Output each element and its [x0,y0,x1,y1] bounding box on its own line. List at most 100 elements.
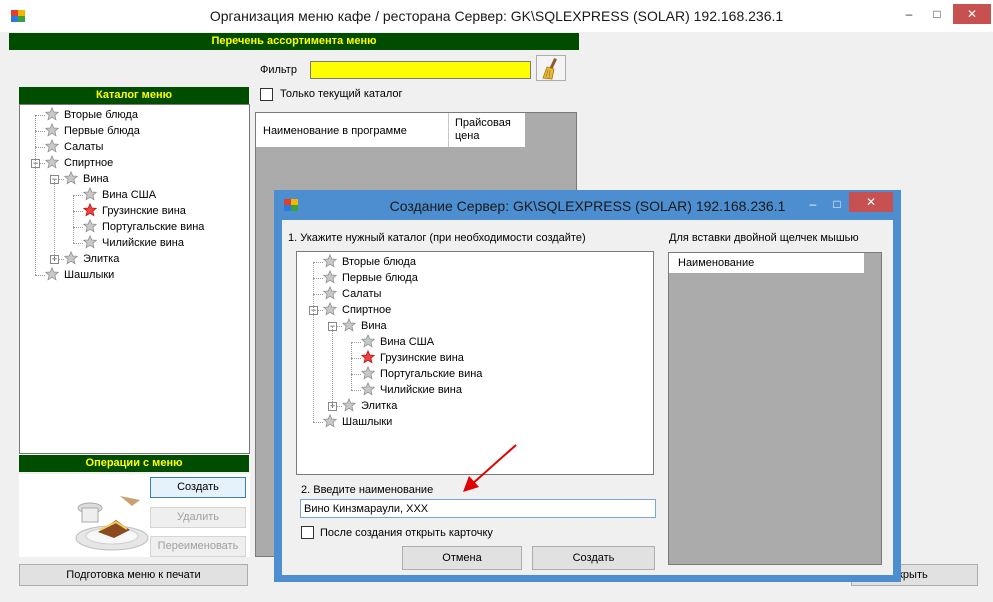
tree-item-label: Вторые блюда [64,109,138,121]
tree-item-label: Португальские вина [102,221,205,233]
tree-item[interactable]: Первые блюда [45,123,142,139]
tree-item[interactable]: Спиртное [45,155,115,171]
gray-star-icon [45,155,59,169]
red-arrow-annotation [463,444,517,492]
tree-item[interactable]: Элитка [64,251,121,267]
tree-item-label: Элитка [83,253,120,265]
tree-connector [35,115,45,116]
tree-item[interactable]: Вина США [361,334,436,350]
dialog-minimize-button[interactable]: – [801,194,825,214]
maximize-button[interactable]: □ [925,4,949,24]
tree-connector [73,195,83,196]
tree-item-label: Грузинские вина [378,352,466,364]
grid-col-price-header[interactable]: Прайсовая цена [449,113,525,147]
dialog-cancel-button[interactable]: Отмена [402,546,522,570]
tree-item-label: Салаты [64,141,104,153]
gray-star-icon [64,171,78,185]
tree-item[interactable]: Вина США [83,187,158,203]
tree-item[interactable]: Вторые блюда [45,107,140,123]
tree-rail [35,115,36,275]
tree-item[interactable]: Шашлыки [323,414,394,430]
tree-item[interactable]: Грузинские вина [83,203,188,219]
dialog-close-button[interactable]: ✕ [849,192,893,212]
tree-item-label: Первые блюда [64,125,140,137]
tree-item[interactable]: Спиртное [323,302,393,318]
tree-item[interactable]: Салаты [323,286,383,302]
names-list-col-header[interactable]: Наименование [669,253,864,273]
grid-col-name-header[interactable]: Наименование в программе [256,113,449,147]
tree-item-label: Грузинские вина [100,205,188,217]
tree-rail [54,179,55,259]
red-star-icon [83,203,97,217]
catalog-tree[interactable]: Вторые блюда Первые блюда Салаты − Спиртное −… [19,104,250,454]
tree-item[interactable]: Чилийские вина [361,382,464,398]
tree-item-label: Вина [83,173,109,185]
broom-icon [542,58,557,80]
tree-connector [351,374,361,375]
tree-item[interactable]: Вина [342,318,389,334]
names-list[interactable] [668,252,882,565]
catalog-header: Каталог меню [19,87,249,104]
tree-item[interactable]: Грузинские вина [361,350,466,366]
tree-connector [351,390,361,391]
gray-star-icon [45,107,59,121]
tree-item[interactable]: Вина [64,171,111,187]
main-window-title: Организация меню кафе / ресторана Сервер… [209,8,784,24]
gray-star-icon [45,267,59,281]
clear-filter-button[interactable] [536,55,566,81]
tree-item-label: Спиртное [342,304,392,316]
tree-item[interactable]: Первые блюда [323,270,420,286]
close-window-button[interactable]: ✕ [953,4,991,24]
name-input[interactable] [300,499,656,518]
tree-item-label: Элитка [361,400,398,412]
rename-button[interactable]: Переименовать [150,536,246,557]
only-current-label: Только текущий каталог [280,88,403,100]
tree-connector [73,243,83,244]
dialog-maximize-button[interactable]: □ [825,194,849,214]
filter-input[interactable] [310,61,531,79]
step2-label: 2. Введите наименование [301,484,434,496]
gray-star-icon [64,251,78,265]
tree-item-label: Чилийские вина [102,237,184,249]
filter-label: Фильтр [260,64,297,76]
gray-star-icon [342,398,356,412]
tree-item-label: Шашлыки [64,269,115,281]
tree-connector [313,278,323,279]
assortment-header: Перечень ассортимента меню [9,33,579,50]
tree-connector [313,262,323,263]
gray-star-icon [83,235,97,249]
minimize-button[interactable]: – [897,4,921,24]
tree-item[interactable]: Элитка [342,398,399,414]
delete-button[interactable]: Удалить [150,507,246,528]
tree-connector [35,131,45,132]
tree-item[interactable]: Шашлыки [45,267,116,283]
operations-header: Операции с меню [19,455,249,472]
tree-item-label: Вина США [102,189,157,201]
tree-item[interactable]: Португальские вина [83,219,206,235]
tree-item[interactable]: Вторые блюда [323,254,418,270]
gray-star-icon [361,366,375,380]
gray-star-icon [323,414,337,428]
tree-item-label: Вина США [380,336,435,348]
dialog-create-button[interactable]: Создать [532,546,655,570]
only-current-checkbox[interactable] [260,88,273,101]
tree-item-label: Чилийские вина [380,384,462,396]
tree-item[interactable]: Салаты [45,139,105,155]
print-menu-button[interactable]: Подготовка меню к печати [19,564,248,586]
gray-star-icon [323,302,337,316]
hint-label: Для вставки двойной щелчек мышью [669,232,859,244]
create-button[interactable]: Создать [150,477,246,498]
gray-star-icon [83,187,97,201]
gray-star-icon [323,286,337,300]
tree-connector [35,147,45,148]
gray-star-icon [45,123,59,137]
tree-item[interactable]: Португальские вина [361,366,484,382]
tree-item[interactable]: Чилийские вина [83,235,186,251]
tree-item-label: Шашлыки [342,416,393,428]
tree-item-label: Спиртное [64,157,114,169]
gray-star-icon [361,334,375,348]
open-card-checkbox[interactable] [301,526,314,539]
step1-label: 1. Укажите нужный каталог (при необходим… [288,232,586,244]
tree-connector [35,275,45,276]
tree-connector [313,422,323,423]
